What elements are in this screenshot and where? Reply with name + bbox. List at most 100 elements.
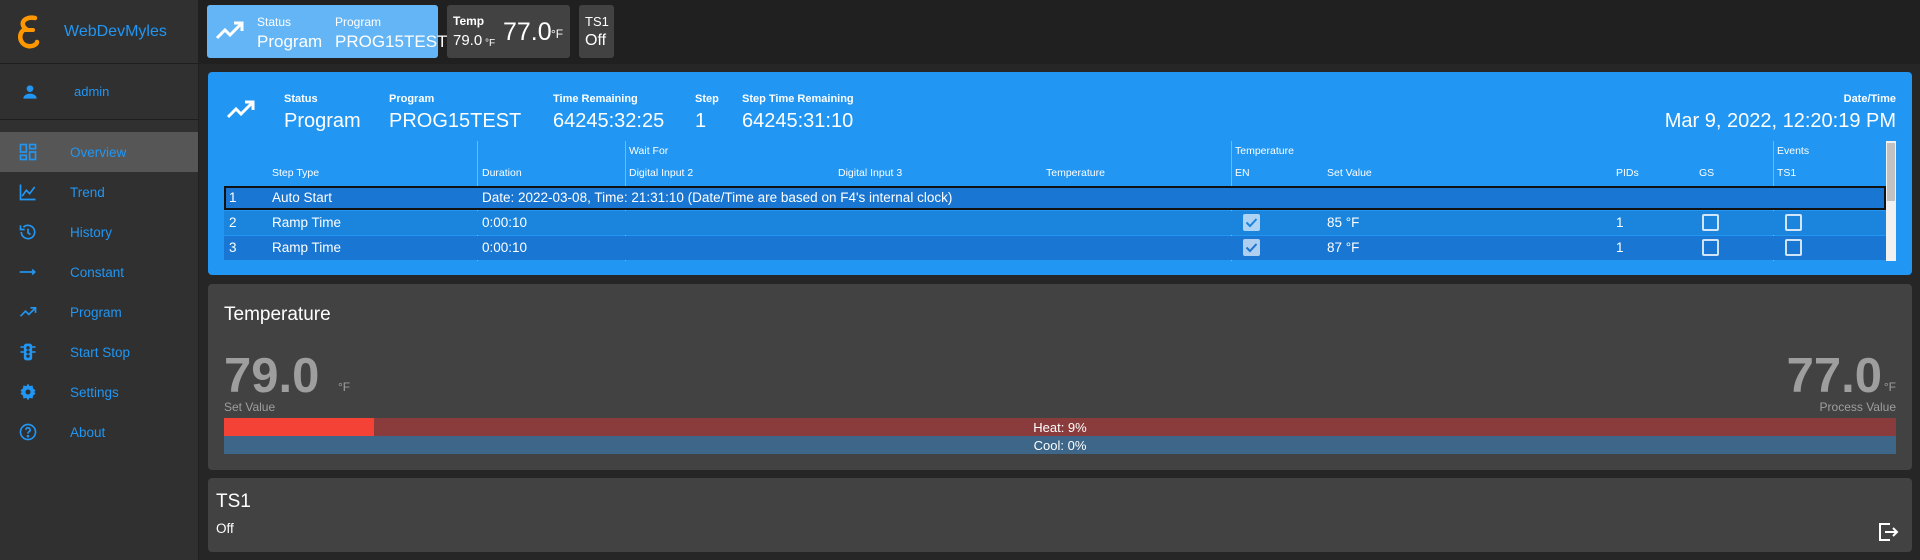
sidebar-item-settings[interactable]: Settings [0,372,198,412]
sidebar-item-label: Settings [70,384,119,400]
step-label: Step [695,93,719,105]
sidebar-item-history[interactable]: History [0,212,198,252]
step-time-remaining-label: Step Time Remaining [742,93,854,105]
sidebar-item-label: Overview [70,144,127,160]
column-header-duration: Duration [482,167,522,179]
sidebar: WebDevMyles admin Overview Trend History… [0,0,199,560]
temp-chip-label: Temp [453,14,485,28]
program-status-value: Program [284,110,361,132]
heat-bar-label: Heat: 9% [1033,420,1087,435]
row-set-value: 85 °F [1327,215,1360,230]
ts1-checkbox[interactable] [1785,214,1802,231]
arrow-right-icon [19,268,36,276]
status-chip[interactable]: Status Program Program PROG15TEST [207,5,447,58]
row-detail: Date: 2022-03-08, Time: 21:31:10 (Date/T… [482,190,953,205]
temp-chip-set-value: 79.0 [453,32,483,49]
ts1-checkbox[interactable] [1785,239,1802,256]
ts1-value: Off [216,521,234,536]
user-menu[interactable]: admin [0,64,198,120]
cool-bar: Cool: 0% [224,436,1896,454]
sidebar-item-label: About [70,424,106,440]
sidebar-item-program[interactable]: Program [0,292,198,332]
process-value-caption: Process Value [1819,400,1896,414]
trending-up-icon [19,307,37,317]
process-value-reading: 77.0 [1786,349,1882,403]
row-number: 3 [229,240,237,255]
step-time-remaining-value: 64245:31:10 [742,110,854,132]
row-duration: 0:00:10 [482,240,528,255]
history-icon [19,224,36,240]
status-chip-status-label: Status [257,15,292,29]
row-duration: 0:00:10 [482,215,528,230]
table-row[interactable]: 2 Ramp Time 0:00:10 85 °F 1 [224,211,1886,235]
set-value-reading: 79.0 [224,349,320,403]
gs-checkbox[interactable] [1702,239,1719,256]
row-number: 2 [229,215,237,230]
step-value: 1 [695,110,707,132]
column-header-wait-temperature: Temperature [1046,167,1105,179]
program-steps-table[interactable]: Wait For Temperature Events Step Type Du… [224,141,1896,261]
group-header-events: Events [1777,145,1810,157]
column-header-digital-input-2: Digital Input 2 [629,167,694,179]
temp-chip-process-unit: °F [551,27,564,41]
sidebar-item-overview[interactable]: Overview [0,132,198,172]
column-header-ts1: TS1 [1777,167,1797,179]
scrollbar-thumb[interactable] [1887,143,1895,201]
column-header-en: EN [1235,167,1250,179]
column-header-step-type: Step Type [272,167,320,179]
table-scrollbar[interactable] [1886,141,1896,261]
sidebar-item-about[interactable]: About [0,412,198,452]
row-set-value: 87 °F [1327,240,1360,255]
set-value-unit: °F [338,380,351,394]
en-checkbox[interactable] [1243,214,1260,231]
app-name: WebDevMyles [64,22,167,40]
program-status-label: Status [284,93,318,105]
brand[interactable]: WebDevMyles [0,0,198,64]
traffic-light-icon [20,343,36,361]
sidebar-item-start-stop[interactable]: Start Stop [0,332,198,372]
person-icon [23,84,37,99]
sidebar-item-label: Trend [70,184,105,200]
row-step-type: Auto Start [272,190,333,205]
check-icon [1245,218,1258,228]
line-chart-icon [19,184,36,201]
gear-icon [20,383,36,401]
time-remaining-value: 64245:32:25 [553,110,665,132]
column-header-digital-input-3: Digital Input 3 [838,167,903,179]
ts1-chip-label: TS1 [585,14,609,29]
top-bar: Status Program Program PROG15TEST Temp 7… [199,0,1920,64]
row-step-type: Ramp Time [272,240,342,255]
gs-checkbox[interactable] [1702,214,1719,231]
sidebar-item-label: Constant [70,264,125,280]
status-chip-status-value: Program [257,32,323,51]
row-number: 1 [229,190,237,205]
temperature-title: Temperature [224,304,331,325]
status-chip-program-value: PROG15TEST [335,32,448,51]
ts1-title: TS1 [216,491,251,512]
app: WebDevMyles admin Overview Trend History… [0,0,1920,560]
column-header-set-value: Set Value [1327,167,1372,179]
time-remaining-label: Time Remaining [553,93,638,105]
cool-bar-label: Cool: 0% [1033,438,1087,453]
table-row[interactable]: 1 Auto Start Date: 2022-03-08, Time: 21:… [224,186,1886,210]
user-name: admin [74,84,110,99]
trending-up-icon [215,21,244,40]
en-checkbox[interactable] [1243,239,1260,256]
temperature-panel: Temperature 79.0 °F Set Value 77.0 °F Pr… [208,284,1912,470]
sidebar-item-constant[interactable]: Constant [0,252,198,292]
table-row[interactable]: 3 Ramp Time 0:00:10 87 °F 1 [224,236,1886,260]
status-chip-program-label: Program [335,15,382,29]
temp-chip[interactable]: Temp 79.0 °F 77.0 °F [447,5,570,58]
help-circle-icon [19,423,37,441]
ts1-chip[interactable]: TS1 Off [579,5,614,58]
sidebar-item-label: Program [70,304,122,320]
sidebar-item-label: Start Stop [70,344,131,360]
sidebar-item-trend[interactable]: Trend [0,172,198,212]
exit-icon[interactable] [1876,520,1900,544]
heat-bar: Heat: 9% [224,418,1896,436]
column-header-gs: GS [1699,167,1715,179]
row-pids: 1 [1616,240,1624,255]
datetime-value: Mar 9, 2022, 12:20:19 PM [1664,110,1896,132]
set-value-caption: Set Value [224,400,276,414]
process-value-unit: °F [1883,380,1896,394]
